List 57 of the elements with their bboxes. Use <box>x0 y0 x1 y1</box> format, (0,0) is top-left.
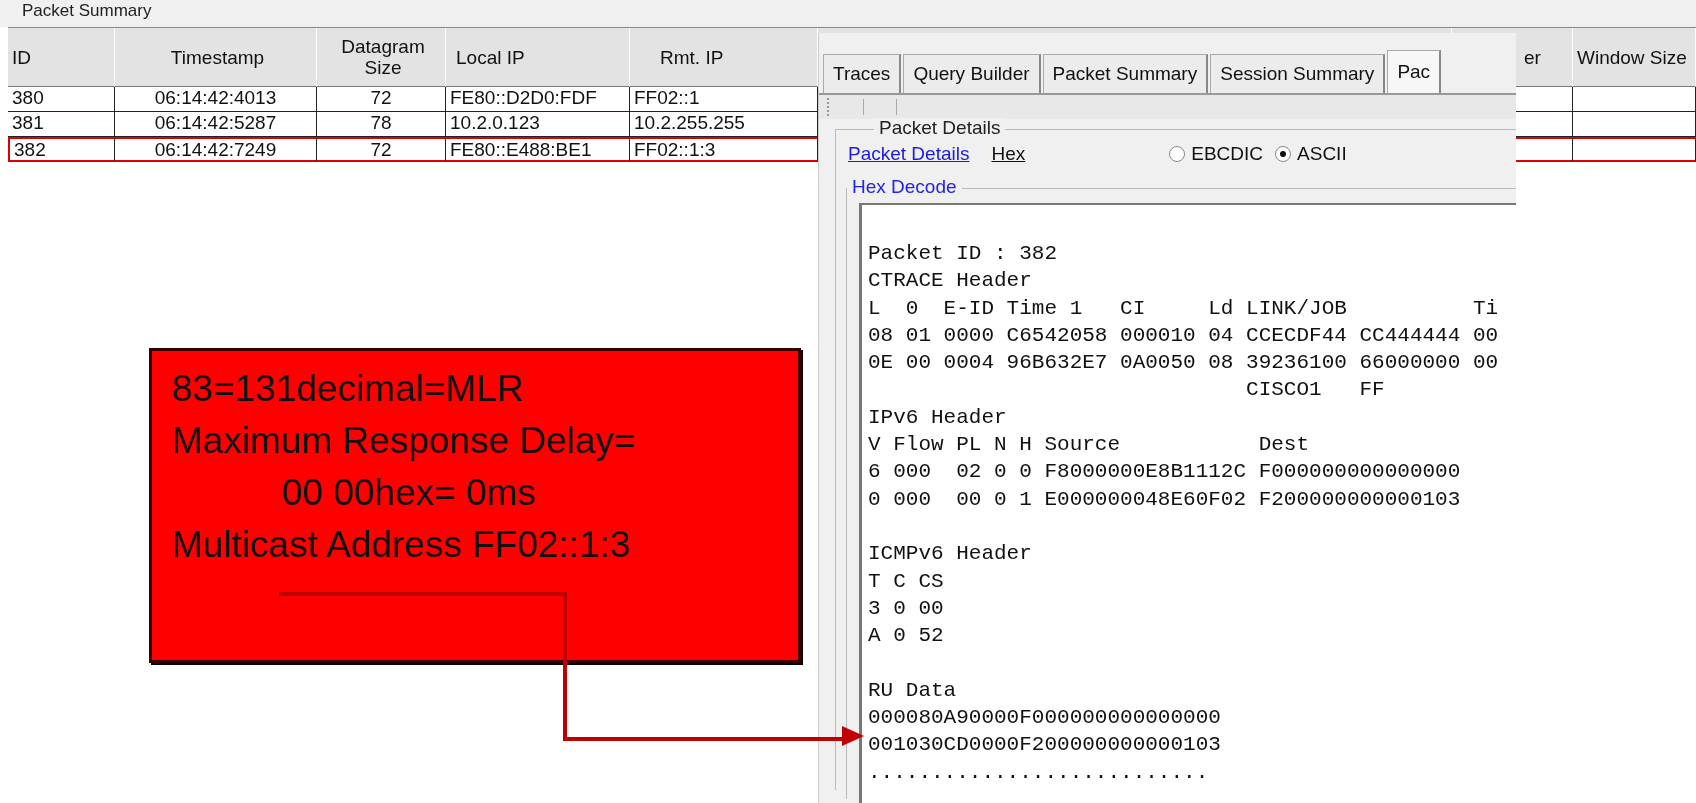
table-cell: FE80::D2D0:FDF <box>446 87 630 112</box>
column-header[interactable]: Rmt. IP <box>630 28 818 87</box>
column-header[interactable]: Timestamp <box>115 28 317 87</box>
callout-text: Multicast Address FF02::1:3 <box>172 523 632 567</box>
tab[interactable]: Pac <box>1387 50 1442 93</box>
radio-option[interactable]: ASCII <box>1275 143 1347 165</box>
column-header[interactable]: Window Size <box>1573 28 1696 87</box>
hex-line: ICMPv6 Header <box>868 541 1033 568</box>
hex-line: CTRACE Header <box>868 268 1033 295</box>
hex-line: IPv6 Header <box>868 404 1008 431</box>
table-cell: 78 <box>317 112 446 137</box>
radio-label: ASCII <box>1297 143 1347 165</box>
table-cell: FF02::1:3 <box>630 137 818 162</box>
table-cell: 06:14:42:7249 <box>115 137 317 162</box>
tab[interactable]: Session Summary <box>1210 54 1386 93</box>
hex-line: RU Data <box>868 677 958 704</box>
hex-line: Packet ID : 382 <box>868 241 1059 267</box>
callout-text: Maximum Response Delay= <box>172 419 637 463</box>
hex-line: 001030CD0000F200000000000103 <box>868 732 1222 759</box>
table-cell: 382 <box>8 137 115 162</box>
hex-line: ........................... <box>868 759 1210 786</box>
hex-line: 6 000 02 0 0 F8000000E8B1112C F000000000000000 <box>868 459 1462 486</box>
tab[interactable]: Traces <box>823 54 902 93</box>
table-cell: 72 <box>317 137 446 162</box>
hex-text-area[interactable] <box>859 203 1516 803</box>
table-cell: 06:14:42:4013 <box>115 87 317 112</box>
hex-line: 3 0 00 <box>868 595 945 622</box>
hex-line: V Flow PL N H Source Dest <box>868 432 1311 459</box>
toolbar-grip-icon[interactable] <box>827 98 831 116</box>
hex-line: 0 000 00 0 1 E000000048E60F02 F200000000000103 <box>868 486 1462 513</box>
callout-text: 83=131decimal=MLR <box>172 367 525 411</box>
hex-line: A 0 52 <box>868 623 945 650</box>
radio-icon[interactable] <box>1169 146 1186 162</box>
tab[interactable]: Packet Summary <box>1042 54 1209 93</box>
radio-option[interactable]: EBCDIC <box>1169 143 1264 165</box>
hex-line: T C CS <box>868 568 945 595</box>
view-link[interactable]: Packet Details <box>848 143 970 165</box>
tab[interactable]: Query Builder <box>903 54 1041 93</box>
view-link[interactable]: Hex <box>991 143 1026 165</box>
table-cell: 06:14:42:5287 <box>115 112 317 137</box>
radio-icon[interactable] <box>1275 146 1292 162</box>
hex-line: 08 01 0000 C6542058 000010 04 CCECDF44 CC444444 00 <box>868 322 1500 349</box>
hex-line: CISCO1 FF <box>1245 377 1386 404</box>
table-cell: 72 <box>317 87 446 112</box>
table-cell: FE80::E488:BE1 <box>446 137 630 162</box>
hex-line: 000080A90000F000000000000000 <box>868 705 1222 732</box>
group-title: Packet Summary <box>22 2 152 20</box>
table-cell: 381 <box>8 112 115 137</box>
table-cell: 10.2.0.123 <box>446 112 630 137</box>
column-header[interactable]: Datagram Size <box>317 28 446 87</box>
radio-label: EBCDIC <box>1191 143 1264 165</box>
callout-text: 00 00hex= 0ms <box>281 471 538 515</box>
column-header[interactable]: Local IP <box>446 28 630 87</box>
hex-line: 0E 00 0004 96B632E7 0A0050 08 39236100 66000000 00 <box>868 350 1500 377</box>
table-cell: 380 <box>8 87 115 112</box>
column-header[interactable]: ID <box>8 28 115 87</box>
hex-line: L 0 E-ID Time 1 CI Ld LINK/JOB Ti <box>868 295 1500 322</box>
